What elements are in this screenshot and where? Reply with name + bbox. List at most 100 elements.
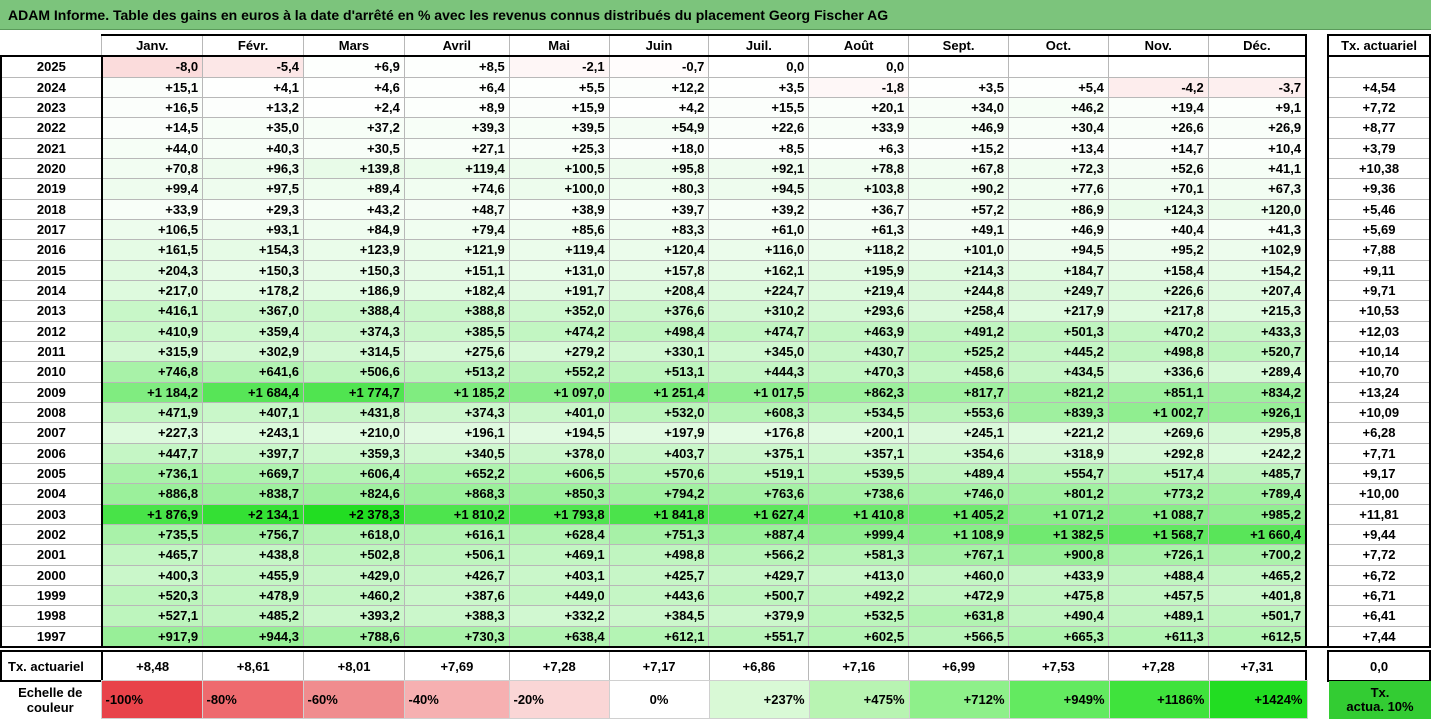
gain-cell: +86,9	[1008, 198, 1109, 220]
gain-cell: +1 088,7	[1107, 503, 1209, 525]
column-gap	[1305, 483, 1329, 505]
gain-cell: -2,1	[508, 55, 610, 78]
month-header: Avril	[403, 33, 510, 58]
gain-cell: +490,4	[1008, 605, 1109, 627]
gain-cell: +738,6	[808, 483, 910, 505]
gain-cell: +121,9	[403, 239, 510, 261]
column-gap	[1305, 56, 1329, 78]
gain-cell: +862,3	[808, 381, 910, 403]
gain-cell: +3,5	[908, 76, 1009, 98]
year-cell: 2020	[0, 157, 103, 180]
gain-cell: +275,6	[403, 340, 510, 363]
gain-cell: +2,4	[303, 96, 405, 119]
column-gap	[1305, 463, 1329, 484]
gain-cell: +95,2	[1107, 239, 1209, 261]
gain-cell: +1 071,2	[1008, 503, 1109, 525]
year-cell: 2022	[0, 117, 103, 139]
gain-cell: +345,0	[708, 340, 810, 363]
gain-cell: +12,2	[608, 76, 710, 98]
gain-cell: -1,8	[808, 76, 910, 98]
column-gap	[1305, 117, 1329, 139]
footer-tx: 0,0	[1327, 650, 1431, 682]
gain-cell: +449,0	[508, 584, 610, 607]
gain-cell: +460,2	[303, 584, 405, 607]
gain-cell: +101,0	[908, 239, 1009, 261]
gain-cell: +292,8	[1107, 442, 1209, 464]
year-cell: 2012	[0, 320, 103, 342]
gain-cell: +1 185,2	[403, 381, 510, 403]
gain-cell: +4,2	[608, 96, 710, 119]
gain-cell: +1 382,5	[1008, 523, 1109, 546]
gain-cell: +801,2	[1008, 483, 1109, 505]
gain-cell: +821,2	[1008, 381, 1109, 403]
scale-swatch: +1424%	[1208, 680, 1308, 719]
gain-cell: +1 684,4	[202, 381, 304, 403]
table-row: 2013 +416,1 +367,0 +388,4 +388,8 +352,0 +376,6…	[0, 300, 1431, 322]
gain-cell: +525,2	[908, 340, 1009, 363]
gain-cell: +513,1	[608, 361, 710, 383]
gain-cell	[908, 55, 1009, 78]
gain-cell: +269,6	[1107, 422, 1209, 444]
gain-cell: 0,0	[708, 55, 810, 78]
gain-cell: +491,2	[908, 320, 1009, 342]
gain-cell: +29,3	[202, 198, 304, 220]
gain-cell: +838,7	[202, 483, 304, 505]
gain-cell: +367,0	[202, 300, 304, 322]
gain-cell: +834,2	[1207, 381, 1307, 403]
gain-cell: +245,1	[908, 422, 1009, 444]
gain-cell: +426,7	[403, 564, 510, 586]
gain-cell: +470,2	[1107, 320, 1209, 342]
scale-swatch: -60%	[302, 680, 405, 719]
gain-cell: +470,3	[808, 361, 910, 383]
year-cell: 2005	[0, 462, 103, 485]
gain-cell: +501,3	[1008, 320, 1109, 342]
gain-cell: +154,2	[1207, 259, 1307, 281]
gain-cell: +401,0	[508, 401, 610, 424]
gain-cell: +498,8	[1107, 340, 1209, 363]
gain-cell: +67,3	[1207, 178, 1307, 200]
gain-cell: +89,4	[303, 178, 405, 200]
gain-cell: +359,4	[202, 320, 304, 342]
month-header: Déc.	[1207, 33, 1307, 58]
gain-cell: -4,2	[1107, 76, 1209, 98]
year-cell: 2010	[0, 361, 103, 383]
gain-cell: +352,0	[508, 300, 610, 322]
gain-cell: +38,9	[508, 198, 610, 220]
scale-swatch: -20%	[508, 680, 610, 719]
gain-cell: +330,1	[608, 340, 710, 363]
gain-cell: +10,4	[1207, 137, 1307, 159]
table-row: 2000 +400,3 +455,9 +429,0 +426,7 +403,1 +425,7…	[0, 564, 1431, 586]
gain-cell: +93,1	[202, 218, 304, 241]
gain-cell: +44,0	[101, 137, 204, 159]
gain-cell: +39,2	[708, 198, 810, 220]
tx-cell: +9,17	[1327, 462, 1431, 485]
gain-cell: +570,6	[608, 462, 710, 485]
year-cell: 1998	[0, 605, 103, 627]
column-gap	[1305, 565, 1329, 586]
gain-cell: +315,9	[101, 340, 204, 363]
tx-cell: +3,79	[1327, 137, 1431, 159]
gain-cell: +498,4	[608, 320, 710, 342]
gain-cell: +746,0	[908, 483, 1009, 505]
gain-cell: +77,6	[1008, 178, 1109, 200]
gain-cell: +378,0	[508, 442, 610, 464]
gain-cell: +501,7	[1207, 605, 1307, 627]
column-gap	[1305, 422, 1329, 444]
gain-cell: +999,4	[808, 523, 910, 546]
gain-cell: +900,8	[1008, 544, 1109, 566]
year-cell: 2014	[0, 279, 103, 302]
gain-cell: +887,4	[708, 523, 810, 546]
gain-cell: +16,5	[101, 96, 204, 119]
scale-swatch: -100%	[100, 680, 203, 719]
gain-cell: +606,4	[303, 462, 405, 485]
gain-cell: +139,8	[303, 157, 405, 180]
gain-cell: +48,7	[403, 198, 510, 220]
gain-cell: +124,3	[1107, 198, 1209, 220]
gain-cell: +8,5	[708, 137, 810, 159]
gain-cell: +886,8	[101, 483, 204, 505]
gain-cell: +314,5	[303, 340, 405, 363]
tx-cell: +7,72	[1327, 96, 1431, 119]
column-gap	[1305, 178, 1329, 200]
table-row: 1997 +917,9 +944,3 +788,6 +730,3 +638,4 +612,1…	[0, 625, 1431, 648]
gain-cell: +19,4	[1107, 96, 1209, 119]
